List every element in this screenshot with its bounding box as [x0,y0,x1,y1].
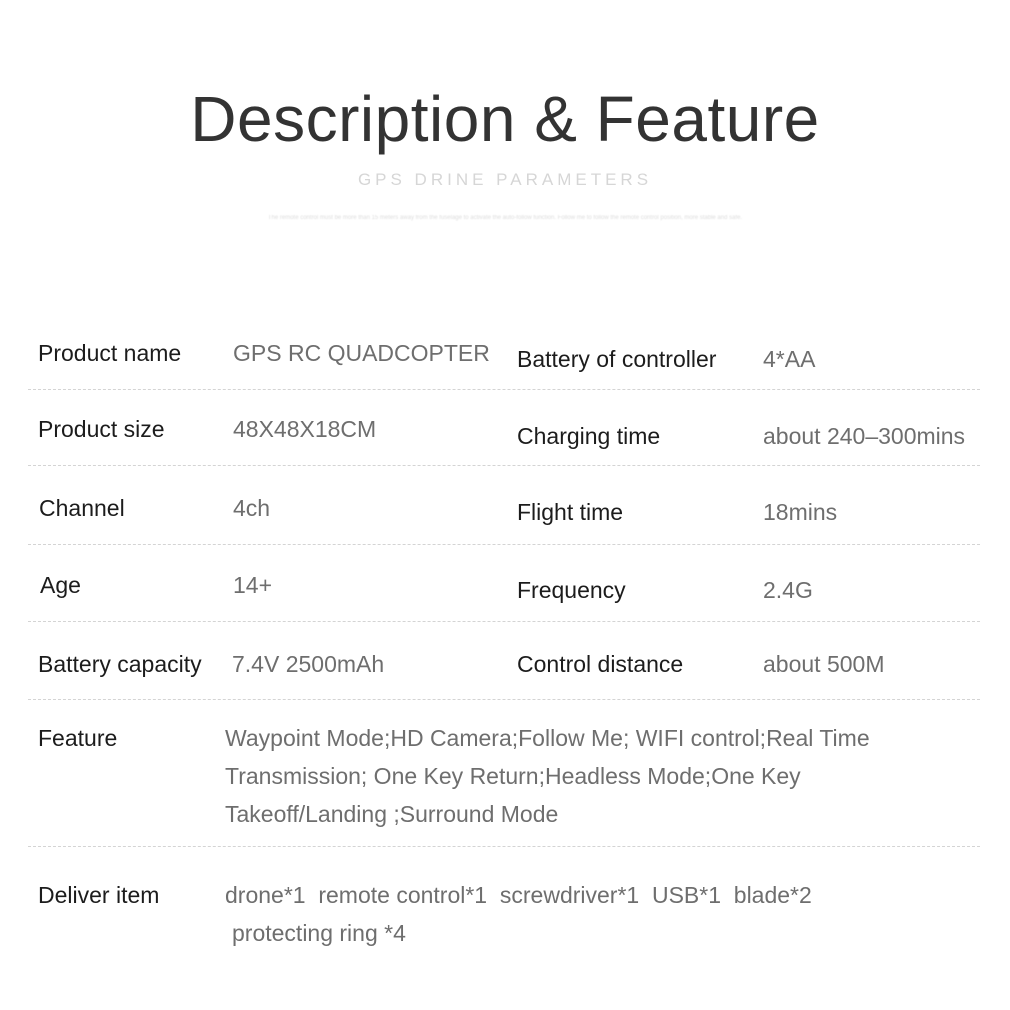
row-divider [28,465,980,466]
page-title: Description & Feature [190,83,820,155]
spec-label-frequency: Frequency [517,577,626,603]
spec-label-battery-of-controller: Battery of controller [517,346,717,372]
row-divider [28,699,980,700]
spec-label-deliver-item: Deliver item [38,882,160,908]
spec-value-battery-of-controller: 4*AA [763,346,816,372]
spec-value-battery-capacity: 7.4V 2500mAh [232,651,385,677]
row-divider [28,544,980,545]
spec-value-flight-time: 18mins [763,499,838,525]
spec-label-battery-capacity: Battery capacity [38,651,202,677]
spec-label-control-distance: Control distance [517,651,684,677]
spec-value-channel: 4ch [233,495,271,521]
row-divider [28,389,980,390]
spec-label-product-name: Product name [38,340,182,366]
spec-label-age: Age [40,572,81,598]
spec-label-flight-time: Flight time [517,499,624,525]
spec-value-deliver-item-line1: drone*1 remote control*1 screwdriver*1 U… [225,882,812,908]
spec-label-charging-time: Charging time [517,423,661,449]
spec-value-feature: Waypoint Mode;HD Camera;Follow Me; WIFI … [225,725,870,827]
spec-value-deliver-item-line2: protecting ring *4 [232,920,406,946]
spec-value-product-name: GPS RC QUADCOPTER [233,340,490,366]
spec-value-frequency: 2.4G [763,577,813,603]
spec-value-charging-time: about 240–300mins [763,423,966,449]
row-divider [28,621,980,622]
row-divider [28,846,980,847]
spec-label-channel: Channel [39,495,125,521]
spec-label-feature: Feature [38,725,118,751]
spec-value-product-size: 48X48X18CM [233,416,377,442]
spec-label-product-size: Product size [38,416,165,442]
spec-value-age: 14+ [233,572,273,598]
spec-value-control-distance: about 500M [763,651,885,677]
description-blurb: The remote control must be more than 15 … [267,215,743,221]
page-subtitle: GPS DRINE PARAMETERS [357,170,653,189]
